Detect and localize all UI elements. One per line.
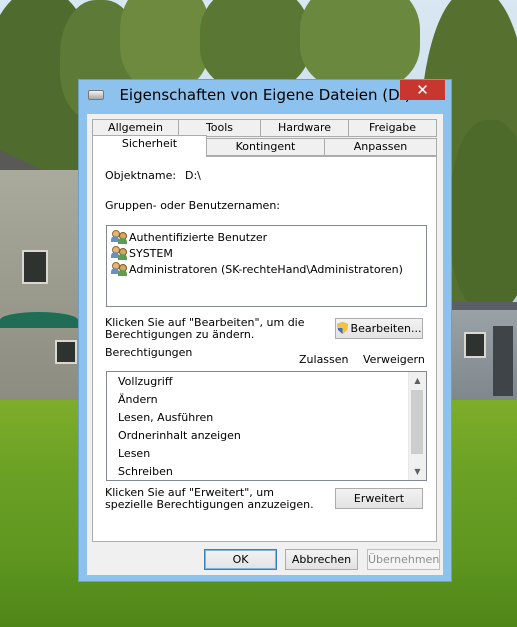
- edit-button[interactable]: Bearbeiten...: [335, 318, 423, 339]
- permissions-scrollbar[interactable]: ▲ ▼: [408, 372, 426, 480]
- permissions-list[interactable]: Vollzugriff Ändern Lesen, Ausführen Ordn…: [106, 371, 427, 481]
- list-item: Ordnerinhalt anzeigen: [118, 429, 241, 442]
- security-tab-panel: Objektname: D:\ Gruppen- oder Benutzerna…: [92, 156, 437, 542]
- groups-label: Gruppen- oder Benutzernamen:: [105, 199, 281, 212]
- list-item[interactable]: Administratoren (SK-rechteHand\Administr…: [111, 261, 403, 277]
- permissions-label: Berechtigungen: [105, 346, 193, 359]
- close-button[interactable]: ✕: [400, 80, 445, 100]
- tab-hardware[interactable]: Hardware: [260, 119, 349, 137]
- deny-column-header: Verweigern: [363, 353, 425, 366]
- allow-column-header: Zulassen: [299, 353, 349, 366]
- users-icon: [111, 245, 127, 260]
- apply-button[interactable]: Übernehmen: [367, 549, 440, 570]
- advanced-hint-text: Klicken Sie auf "Erweitert", um speziell…: [105, 486, 314, 511]
- object-name-label: Objektname:: [105, 169, 177, 182]
- window-title: Eigenschaften von Eigene Dateien (D:): [119, 86, 411, 104]
- object-name-value: D:\: [185, 169, 201, 182]
- tab-kontingent[interactable]: Kontingent: [206, 138, 325, 156]
- list-item: Lesen: [118, 447, 151, 460]
- title-bar[interactable]: Eigenschaften von Eigene Dateien (D:) ✕: [79, 80, 451, 110]
- users-icon: [111, 229, 127, 244]
- dialog-client-area: Allgemein Tools Hardware Freigabe Sicher…: [87, 114, 443, 575]
- advanced-button[interactable]: Erweitert: [335, 488, 423, 509]
- close-icon: ✕: [416, 81, 429, 99]
- edit-hint-text: Klicken Sie auf "Bearbeiten", um die Ber…: [105, 316, 305, 341]
- properties-dialog: Eigenschaften von Eigene Dateien (D:) ✕ …: [78, 79, 452, 582]
- tab-anpassen[interactable]: Anpassen: [324, 138, 437, 156]
- groups-listbox[interactable]: Authentifizierte Benutzer SYSTEM Adminis…: [106, 225, 427, 307]
- list-item[interactable]: Authentifizierte Benutzer: [111, 229, 267, 245]
- list-item: Ändern: [118, 393, 158, 406]
- users-icon: [111, 261, 127, 276]
- list-item: Schreiben: [118, 465, 173, 478]
- scrollbar-thumb[interactable]: [411, 390, 423, 454]
- tab-sicherheit[interactable]: Sicherheit: [92, 135, 207, 157]
- tab-freigabe[interactable]: Freigabe: [348, 119, 437, 137]
- list-item: Lesen, Ausführen: [118, 411, 214, 424]
- list-item[interactable]: SYSTEM: [111, 245, 173, 261]
- scroll-up-icon[interactable]: ▲: [409, 372, 426, 389]
- cancel-button[interactable]: Abbrechen: [285, 549, 358, 570]
- uac-shield-icon: [336, 322, 348, 334]
- list-item: Vollzugriff: [118, 375, 173, 388]
- scroll-down-icon[interactable]: ▼: [409, 463, 426, 480]
- ok-button[interactable]: OK: [204, 549, 277, 570]
